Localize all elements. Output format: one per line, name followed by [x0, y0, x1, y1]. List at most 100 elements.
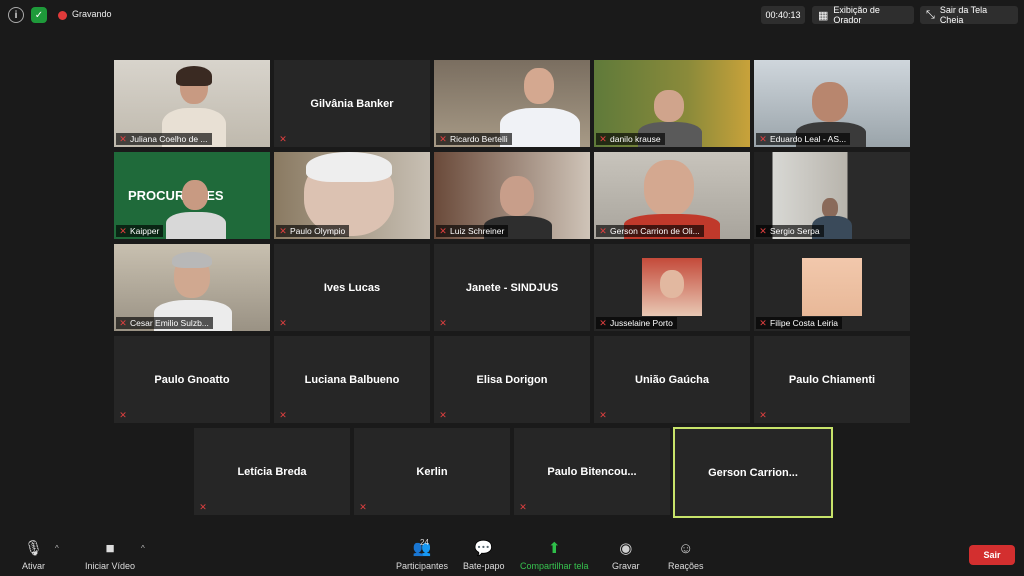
- muted-mic-icon: ✕: [599, 134, 607, 144]
- participant-name-label: ✕ Cesar Emilio Sulzb...: [116, 317, 213, 329]
- meeting-timer: 00:40:13: [761, 6, 805, 24]
- reactions-button[interactable]: ☺ Reações: [668, 540, 704, 571]
- exit-fullscreen-label: Sair da Tela Cheia: [939, 5, 988, 25]
- muted-mic-icon: ✕: [599, 226, 607, 236]
- participant-tile[interactable]: Paulo Chiamenti ✕: [754, 336, 910, 423]
- participant-tile[interactable]: Paulo Gnoatto ✕: [114, 336, 270, 423]
- muted-mic-icon: ✕: [119, 134, 127, 144]
- participant-tile[interactable]: Gilvânia Banker ✕: [274, 60, 430, 147]
- share-screen-icon: ⬆: [547, 540, 561, 557]
- participant-tile[interactable]: Luciana Balbueno ✕: [274, 336, 430, 423]
- participant-tile[interactable]: ✕ danilo krause: [594, 60, 750, 147]
- muted-mic-icon: ✕: [759, 226, 767, 236]
- meeting-toolbar: 🎙 Ativar ^ ■ Iniciar Vídeo ^ 👥 24 Partic…: [0, 530, 1024, 576]
- participant-name: Elisa Dorigon: [476, 373, 548, 386]
- participant-tile[interactable]: PROCURA RES ✕ Kaipper: [114, 152, 270, 239]
- participant-name: Kerlin: [416, 465, 448, 478]
- muted-mic-icon: 🎙: [23, 540, 44, 557]
- exit-fullscreen-icon: ⤡: [926, 8, 935, 21]
- participant-tile[interactable]: ✕ Juliana Coelho de ...: [114, 60, 270, 147]
- participant-name: Gerson Carrion...: [708, 466, 798, 479]
- participant-tile[interactable]: Ives Lucas ✕: [274, 244, 430, 331]
- participant-tile[interactable]: ✕ Gerson Carrion de Oli...: [594, 152, 750, 239]
- muted-mic-icon: ✕: [439, 410, 447, 420]
- participant-name-label: ✕ Juliana Coelho de ...: [116, 133, 212, 145]
- participant-tile[interactable]: União Gaúcha ✕: [594, 336, 750, 423]
- record-button[interactable]: ◉ Gravar: [612, 540, 640, 571]
- speaker-view-button[interactable]: ▦ Exibição de Orador: [812, 5, 914, 25]
- start-video-button[interactable]: ■ Iniciar Vídeo: [85, 540, 135, 571]
- muted-mic-icon: ✕: [439, 226, 447, 236]
- muted-mic-icon: ✕: [279, 226, 287, 236]
- muted-mic-icon: ✕: [119, 318, 127, 328]
- participant-name: Ives Lucas: [323, 281, 381, 294]
- muted-mic-icon: ✕: [759, 318, 767, 328]
- participant-tile[interactable]: Paulo Bitencou... ✕: [514, 428, 670, 515]
- muted-mic-icon: ✕: [439, 134, 447, 144]
- participant-tile[interactable]: ✕ Paulo Olympio: [274, 152, 430, 239]
- muted-mic-icon: ✕: [279, 318, 287, 328]
- muted-mic-icon: ✕: [119, 410, 127, 420]
- muted-mic-icon: ✕: [279, 134, 287, 144]
- participant-tile[interactable]: ✕ Filipe Costa Leiria: [754, 244, 910, 331]
- muted-mic-icon: ✕: [519, 502, 527, 512]
- participant-name: Gilvânia Banker: [310, 97, 394, 110]
- muted-mic-icon: ✕: [599, 318, 607, 328]
- share-screen-button[interactable]: ⬆ Compartilhar tela: [520, 540, 589, 571]
- participant-tile[interactable]: ✕ Sergio Serpa: [754, 152, 910, 239]
- participant-name: Letícia Breda: [237, 465, 307, 478]
- recording-icon: [58, 11, 67, 20]
- chat-button[interactable]: 💬 Bate-papo: [463, 540, 505, 571]
- video-options-caret-icon[interactable]: ^: [141, 544, 145, 553]
- record-icon: ◉: [619, 540, 633, 557]
- participant-name-label: ✕ Ricardo Bertelli: [436, 133, 512, 145]
- unmute-button[interactable]: 🎙 Ativar: [22, 540, 45, 571]
- profile-photo: [642, 258, 702, 316]
- muted-mic-icon: ✕: [359, 502, 367, 512]
- participant-tile[interactable]: ✕ Ricardo Bertelli: [434, 60, 590, 147]
- participant-name-label: ✕ Filipe Costa Leiria: [756, 317, 843, 329]
- participant-tile[interactable]: Letícia Breda ✕: [194, 428, 350, 515]
- muted-mic-icon: ✕: [599, 410, 607, 420]
- participant-name-label: ✕ Sergio Serpa: [756, 225, 824, 237]
- shield-icon[interactable]: ✓: [31, 7, 47, 23]
- participant-tile[interactable]: ✕ Jusselaine Porto: [594, 244, 750, 331]
- participant-name-label: ✕ danilo krause: [596, 133, 665, 145]
- participant-name-label: ✕ Paulo Olympio: [276, 225, 350, 237]
- leave-button[interactable]: Sair: [969, 545, 1015, 565]
- active-speaker-tile[interactable]: Gerson Carrion...: [673, 427, 833, 518]
- muted-mic-icon: ✕: [199, 502, 207, 512]
- muted-mic-icon: ✕: [759, 410, 767, 420]
- grid-icon: ▦: [818, 9, 829, 22]
- speaker-view-label: Exibição de Orador: [833, 5, 880, 25]
- participant-name: Janete - SINDJUS: [465, 281, 559, 294]
- participant-name-label: ✕ Jusselaine Porto: [596, 317, 677, 329]
- chat-icon: 💬: [474, 540, 494, 557]
- video-off-icon: ■: [105, 540, 115, 557]
- recording-label: Gravando: [72, 9, 112, 19]
- top-bar: i ✓ Gravando 00:40:13 ▦ Exibição de Orad…: [0, 0, 1024, 30]
- reactions-icon: ☺: [678, 540, 694, 557]
- muted-mic-icon: ✕: [279, 410, 287, 420]
- audio-options-caret-icon[interactable]: ^: [55, 544, 59, 553]
- participants-button[interactable]: 👥 24 Participantes: [396, 538, 448, 571]
- participant-name: Paulo Bitencou...: [547, 465, 637, 478]
- muted-mic-icon: ✕: [119, 226, 127, 236]
- participant-tile[interactable]: Elisa Dorigon ✕: [434, 336, 590, 423]
- muted-mic-icon: ✕: [439, 318, 447, 328]
- participant-name-label: ✕ Gerson Carrion de Oli...: [596, 225, 704, 237]
- participant-name: União Gaúcha: [635, 373, 709, 386]
- exit-fullscreen-button[interactable]: ⤡ Sair da Tela Cheia: [920, 5, 1018, 25]
- participant-tile[interactable]: Janete - SINDJUS ✕: [434, 244, 590, 331]
- participants-count: 24: [420, 538, 429, 547]
- participant-name: Paulo Chiamenti: [788, 373, 876, 386]
- participant-tile[interactable]: ✕ Luiz Schreiner: [434, 152, 590, 239]
- participant-tile[interactable]: Kerlin ✕: [354, 428, 510, 515]
- participant-tile[interactable]: ✕ Eduardo Leal - AS...: [754, 60, 910, 147]
- info-icon[interactable]: i: [8, 7, 24, 23]
- participant-name: Paulo Gnoatto: [154, 373, 230, 386]
- participant-name: Luciana Balbueno: [304, 373, 400, 386]
- participant-tile[interactable]: ✕ Cesar Emilio Sulzb...: [114, 244, 270, 331]
- participant-name-label: ✕ Eduardo Leal - AS...: [756, 133, 851, 145]
- participant-name-label: ✕ Luiz Schreiner: [436, 225, 509, 237]
